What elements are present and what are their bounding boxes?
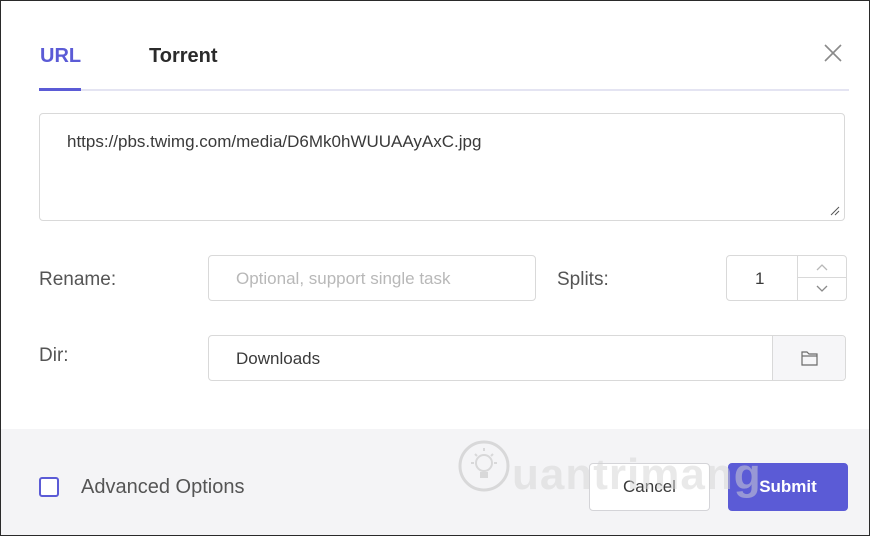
new-task-dialog: URL Torrent https://pbs.twimg.com/media/…	[0, 0, 870, 536]
chevron-up-icon	[816, 264, 828, 271]
tab-url[interactable]: URL	[40, 45, 81, 68]
browse-folder-button[interactable]	[772, 336, 845, 380]
folder-icon	[801, 351, 818, 366]
cancel-button[interactable]: Cancel	[589, 463, 710, 511]
advanced-options-label[interactable]: Advanced Options	[81, 476, 244, 499]
submit-button[interactable]: Submit	[728, 463, 848, 511]
splits-stepper[interactable]: 1	[726, 255, 847, 301]
tab-torrent[interactable]: Torrent	[149, 45, 218, 68]
advanced-options-checkbox[interactable]	[39, 477, 59, 497]
dir-label: Dir:	[39, 345, 69, 366]
active-tab-indicator	[39, 88, 81, 91]
url-textarea-value: https://pbs.twimg.com/media/D6Mk0hWUUAAy…	[67, 132, 482, 151]
increment-button[interactable]	[798, 256, 846, 278]
stepper-controls	[797, 256, 846, 300]
rename-input[interactable]: Optional, support single task	[208, 255, 536, 301]
rename-label: Rename:	[39, 269, 117, 290]
resize-grip-icon[interactable]	[830, 206, 840, 216]
dir-input-value: Downloads	[236, 349, 321, 368]
dialog-footer: Advanced Options Cancel Submit	[1, 429, 869, 535]
dir-input[interactable]: Downloads	[208, 335, 846, 381]
decrement-button[interactable]	[798, 278, 846, 300]
chevron-down-icon	[816, 285, 828, 292]
tab-bar: URL Torrent	[39, 31, 849, 91]
splits-value: 1	[755, 269, 765, 288]
splits-label: Splits:	[557, 269, 609, 290]
close-button[interactable]	[821, 41, 845, 65]
url-textarea[interactable]: https://pbs.twimg.com/media/D6Mk0hWUUAAy…	[39, 113, 845, 221]
rename-input-placeholder: Optional, support single task	[236, 269, 451, 288]
close-icon	[824, 44, 842, 62]
